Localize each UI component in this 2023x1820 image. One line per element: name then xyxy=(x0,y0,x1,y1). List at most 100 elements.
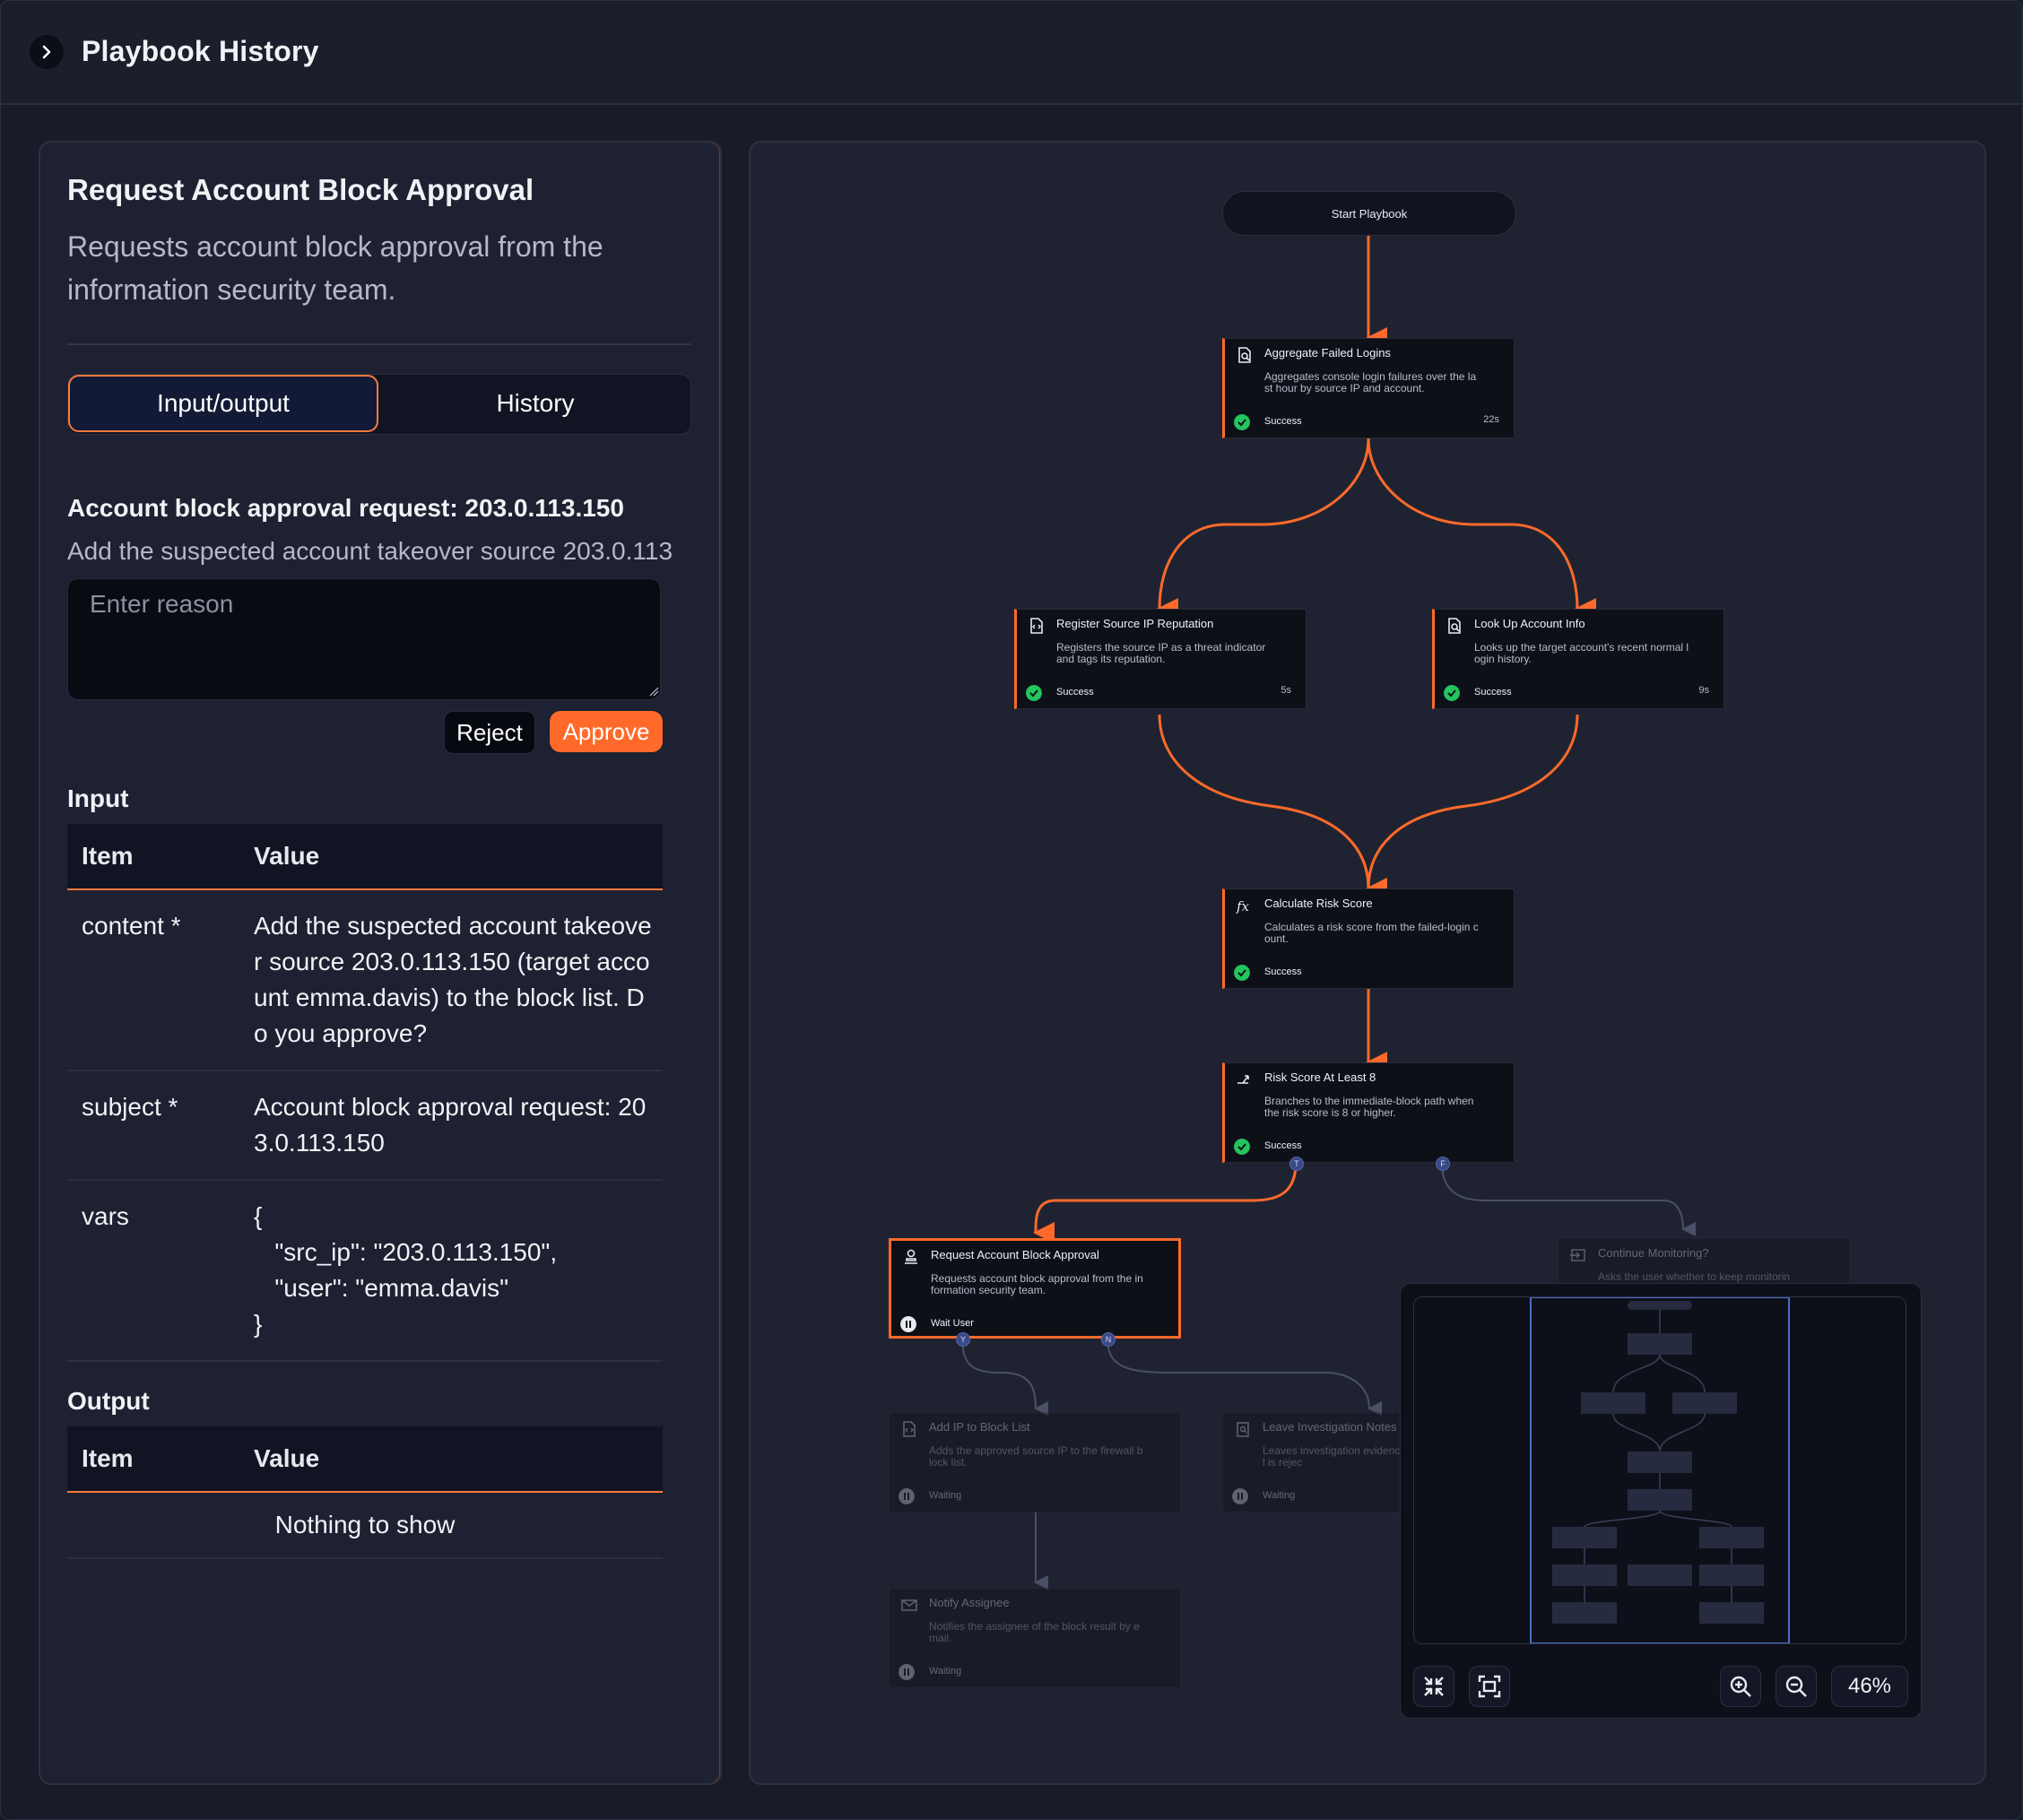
node-description: Requests account block approval from the… xyxy=(931,1272,1143,1296)
fit-view-button[interactable] xyxy=(1469,1666,1510,1707)
edge xyxy=(1367,438,1597,620)
node-duration: 5s xyxy=(1281,685,1291,696)
input-table-header: Item Value xyxy=(67,824,663,890)
flow-node[interactable]: Register Source IP Reputation Registers … xyxy=(1014,609,1307,709)
node-status: Waiting xyxy=(929,1666,962,1677)
tab-input-output[interactable]: Input/output xyxy=(68,375,378,432)
row-key: content * xyxy=(82,912,181,940)
edge xyxy=(961,1338,1049,1416)
flow-node[interactable]: Aggregate Failed Logins Aggregates conso… xyxy=(1222,338,1515,438)
node-status: Success xyxy=(1474,687,1512,698)
minimap-panel: 46% xyxy=(1400,1283,1922,1719)
fit-screen-icon xyxy=(1478,1675,1501,1698)
zoom-in-icon xyxy=(1730,1676,1751,1697)
true-port[interactable]: T xyxy=(1289,1157,1304,1171)
column-header-value: Value xyxy=(254,842,320,870)
minimap-graph xyxy=(1530,1297,1790,1643)
collapse-view-button[interactable] xyxy=(1413,1666,1454,1707)
column-header-item: Item xyxy=(82,1444,134,1472)
output-table: Item Value Nothing to show xyxy=(67,1426,663,1559)
clipboard-search-icon xyxy=(1237,1422,1249,1437)
node-detail-panel: Request Account Block Approval Requests … xyxy=(39,141,722,1785)
flow-node[interactable]: Look Up Account Info Looks up the target… xyxy=(1432,609,1724,709)
node-status: Wait User xyxy=(931,1318,974,1329)
user-approval-icon xyxy=(905,1249,917,1264)
success-check-icon xyxy=(1234,1139,1250,1155)
column-header-value: Value xyxy=(254,1444,320,1472)
row-value: { "src_ip": "203.0.113.150", "user": "em… xyxy=(254,1202,558,1338)
zoom-in-button[interactable] xyxy=(1720,1666,1761,1707)
pause-icon xyxy=(900,1316,916,1332)
edge xyxy=(1158,714,1388,899)
node-description: Adds the approved source IP to the firew… xyxy=(929,1444,1143,1469)
shrink-arrows-icon xyxy=(1424,1677,1444,1696)
edge xyxy=(1033,1162,1298,1244)
zoom-out-icon xyxy=(1785,1676,1807,1697)
pause-icon xyxy=(1232,1488,1248,1504)
input-section-label: Input xyxy=(67,784,129,812)
row-value: Add the suspected account takeover sourc… xyxy=(254,912,652,1047)
row-value: Account block approval request: 203.0.11… xyxy=(254,1093,647,1157)
zoom-out-button[interactable] xyxy=(1776,1666,1817,1707)
node-title: Look Up Account Info xyxy=(1474,617,1585,630)
edge xyxy=(1157,438,1370,620)
yes-port[interactable]: Y xyxy=(956,1332,970,1347)
flow-node[interactable]: Notify Assignee Notifies the assignee of… xyxy=(889,1588,1181,1688)
input-table: Item Value content * Add the suspected a… xyxy=(67,824,663,1362)
app-window: Playbook History Request Account Block A… xyxy=(0,0,2023,1820)
chevron-right-icon xyxy=(42,45,51,59)
node-description: Aggregates console login failures over t… xyxy=(1264,370,1477,394)
mail-icon xyxy=(901,1599,917,1611)
node-description: Branches to the immediate-block path whe… xyxy=(1264,1095,1474,1119)
node-status: Waiting xyxy=(929,1490,962,1501)
node-title: Request Account Block Approval xyxy=(931,1248,1099,1261)
node-description: Registers the source IP as a threat indi… xyxy=(1056,641,1266,665)
node-description: Notifies the assignee of the block resul… xyxy=(929,1620,1140,1644)
arrow-in-box-icon xyxy=(1570,1249,1585,1261)
node-description: Asks the user whether to keep monitorin xyxy=(1598,1270,1791,1283)
table-row: vars { "src_ip": "203.0.113.150", "user"… xyxy=(67,1181,663,1362)
file-code-icon xyxy=(1030,618,1043,634)
resize-handle-icon[interactable] xyxy=(648,686,659,697)
node-title: Continue Monitoring? xyxy=(1598,1246,1709,1260)
column-header-item: Item xyxy=(82,842,134,870)
node-title: Register Source IP Reputation xyxy=(1056,617,1214,630)
file-search-icon xyxy=(1238,347,1251,363)
success-check-icon xyxy=(1234,414,1250,430)
node-title: Aggregate Failed Logins xyxy=(1264,346,1391,360)
file-code-icon xyxy=(903,1421,916,1437)
pause-icon xyxy=(899,1664,915,1680)
start-playbook-node[interactable]: Start Playbook xyxy=(1222,191,1516,236)
table-row: subject * Account block approval request… xyxy=(67,1071,663,1181)
node-title: Add IP to Block List xyxy=(929,1420,1030,1434)
row-key: subject * xyxy=(82,1093,178,1121)
playbook-canvas[interactable]: Start Playbook Aggregate Failed Logins A… xyxy=(749,141,1986,1785)
node-status: Success xyxy=(1264,416,1302,427)
no-port[interactable]: N xyxy=(1101,1332,1116,1347)
flow-node[interactable]: fx Calculate Risk Score Calculates a ris… xyxy=(1222,888,1515,989)
node-duration: 22s xyxy=(1483,414,1499,425)
node-title: Request Account Block Approval xyxy=(67,173,534,206)
tab-history[interactable]: History xyxy=(380,375,690,432)
table-row: content * Add the suspected account take… xyxy=(67,890,663,1071)
collapse-toggle-button[interactable] xyxy=(30,35,64,69)
flow-node[interactable]: Add IP to Block List Adds the approved s… xyxy=(889,1412,1181,1512)
reason-input[interactable] xyxy=(67,578,661,700)
node-status: Success xyxy=(1264,1140,1302,1151)
flow-node-selected[interactable]: Request Account Block Approval Requests … xyxy=(889,1238,1181,1339)
approve-button[interactable]: Approve xyxy=(550,711,663,752)
node-duration: 9s xyxy=(1698,685,1709,696)
flow-node[interactable]: Risk Score At Least 8 Branches to the im… xyxy=(1222,1062,1515,1163)
output-table-header: Item Value xyxy=(67,1426,663,1493)
node-title: Leave Investigation Notes xyxy=(1263,1420,1397,1434)
node-title: Risk Score At Least 8 xyxy=(1264,1070,1376,1084)
success-check-icon xyxy=(1026,685,1042,701)
function-icon: fx xyxy=(1236,898,1250,914)
node-status: Success xyxy=(1264,966,1302,977)
reject-button[interactable]: Reject xyxy=(444,711,535,754)
minimap[interactable] xyxy=(1413,1296,1906,1644)
output-section-label: Output xyxy=(67,1387,150,1415)
false-port[interactable]: F xyxy=(1436,1157,1450,1171)
page-title: Playbook History xyxy=(82,35,319,67)
node-description: Looks up the target account's recent nor… xyxy=(1474,641,1689,665)
